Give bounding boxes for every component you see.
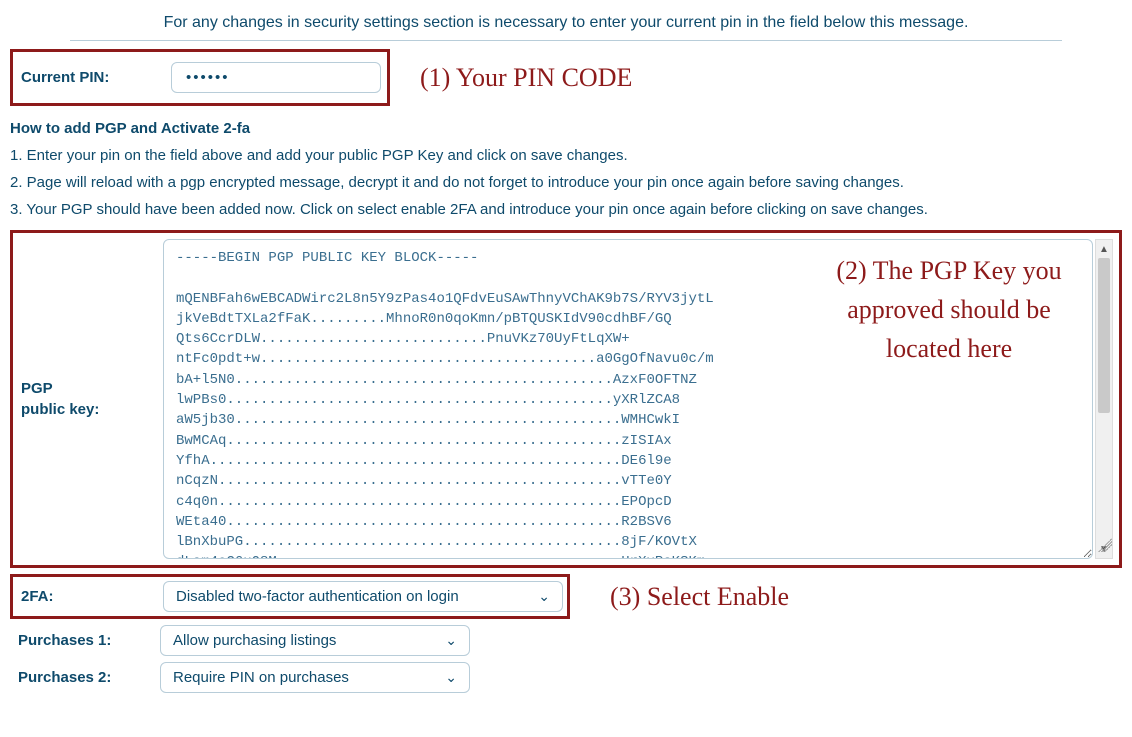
howto-heading: How to add PGP and Activate 2-fa (10, 120, 1122, 137)
chevron-down-icon: ⌄ (445, 632, 457, 649)
purchases2-label: Purchases 2: (10, 669, 160, 686)
current-pin-label: Current PIN: (21, 69, 171, 86)
pgp-group: PGP public key: ▲ ▼ (2) The PGP Key you … (10, 230, 1122, 568)
chevron-down-icon: ⌄ (445, 669, 457, 686)
scroll-up-icon[interactable]: ▲ (1096, 240, 1112, 258)
twofa-label: 2FA: (13, 588, 163, 605)
annotation-1: (1) Your PIN CODE (420, 63, 632, 93)
annotation-3: (3) Select Enable (610, 582, 789, 612)
current-pin-input[interactable] (171, 62, 381, 93)
security-notice: For any changes in security settings sec… (70, 8, 1062, 41)
howto-step-1: 1. Enter your pin on the field above and… (10, 147, 1122, 164)
scroll-track[interactable] (1096, 258, 1112, 540)
scroll-down-icon[interactable]: ▼ (1096, 540, 1112, 558)
twofa-select[interactable]: Disabled two-factor authentication on lo… (163, 581, 563, 612)
purchases2-select[interactable]: Require PIN on purchases ⌄ (160, 662, 470, 693)
pgp-scrollbar[interactable]: ▲ ▼ (1095, 239, 1113, 559)
purchases2-value: Require PIN on purchases (173, 669, 349, 686)
howto-step-2: 2. Page will reload with a pgp encrypted… (10, 174, 1122, 191)
chevron-down-icon: ⌄ (538, 588, 550, 605)
howto-step-3: 3. Your PGP should have been added now. … (10, 201, 1122, 218)
pgp-label: PGP public key: (13, 378, 163, 420)
purchases1-value: Allow purchasing listings (173, 632, 336, 649)
twofa-value: Disabled two-factor authentication on lo… (176, 588, 459, 605)
twofa-group: 2FA: Disabled two-factor authentication … (10, 574, 570, 619)
purchases1-select[interactable]: Allow purchasing listings ⌄ (160, 625, 470, 656)
pgp-public-key-textarea[interactable] (163, 239, 1093, 559)
purchases1-label: Purchases 1: (10, 632, 160, 649)
current-pin-group: Current PIN: (10, 49, 390, 106)
scroll-thumb[interactable] (1098, 258, 1110, 413)
